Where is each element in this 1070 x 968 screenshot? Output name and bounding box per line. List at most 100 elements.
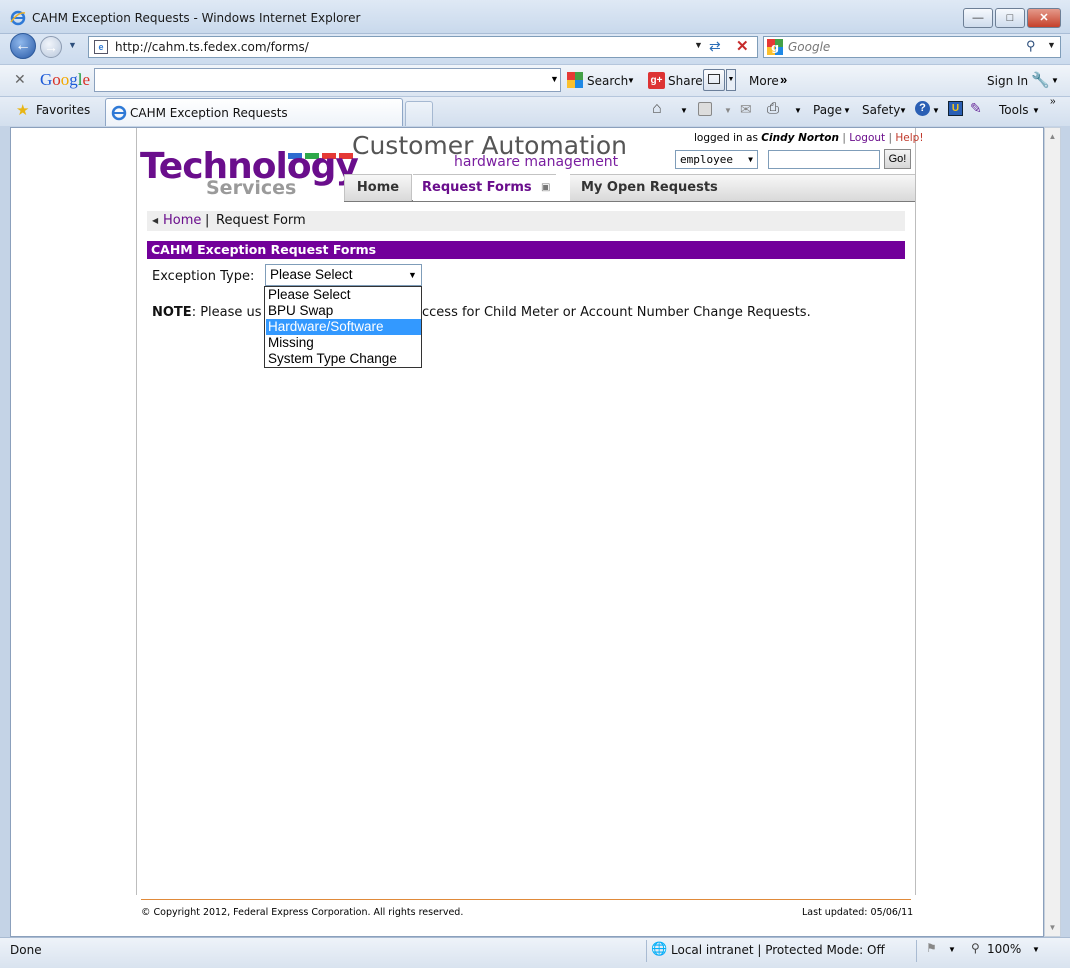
breadcrumb-arrow-icon: ◀ [152, 216, 159, 225]
window-title: CAHM Exception Requests - Windows Intern… [32, 11, 361, 25]
home-dropdown-icon[interactable]: ▼ [680, 106, 688, 115]
home-icon[interactable]: ⌂ [652, 100, 662, 118]
select-dropdown-icon: ▼ [408, 270, 417, 280]
note-label: NOTE [152, 305, 192, 320]
close-window-button[interactable]: ✕ [1027, 8, 1061, 28]
option-bpu-swap[interactable]: BPU Swap [266, 303, 421, 319]
option-please-select[interactable]: Please Select [266, 287, 421, 303]
section-header: CAHM Exception Request Forms [147, 241, 905, 259]
page-menu-dropdown-icon[interactable]: ▼ [843, 106, 851, 115]
toolbar-addon-icon[interactable]: U [948, 101, 963, 116]
google-search-provider-icon: g [767, 39, 783, 55]
page-icon: e [94, 40, 108, 54]
status-text: Done [10, 943, 42, 957]
breadcrumb-home-link[interactable]: Home [163, 213, 201, 228]
print-dropdown-icon[interactable]: ▼ [794, 106, 802, 115]
stop-icon[interactable]: ✕ [736, 37, 749, 55]
favorites-button[interactable]: Favorites [36, 103, 90, 117]
help-icon[interactable]: ? [915, 101, 930, 116]
feeds-icon[interactable] [698, 102, 712, 116]
google-search-input[interactable]: ▼ [94, 68, 561, 92]
google-search-dropdown-icon[interactable]: ▼ [550, 74, 559, 84]
safety-menu[interactable]: Safety [862, 103, 900, 117]
popup-blocker-button[interactable] [703, 69, 725, 91]
exception-type-value: Please Select [270, 267, 353, 282]
toolbar-overflow-icon[interactable]: » [1050, 96, 1056, 107]
vertical-scrollbar[interactable]: ▲ ▼ [1044, 127, 1061, 937]
svg-text:g: g [771, 41, 779, 54]
help-dropdown-icon[interactable]: ▼ [932, 106, 940, 115]
app-subtitle: hardware management [454, 154, 619, 170]
print-icon[interactable]: ⎙ [767, 100, 779, 117]
share-button[interactable]: Share [668, 74, 703, 88]
breadcrumb-current: Request Form [216, 213, 306, 228]
logged-in-label: logged in as [694, 132, 758, 144]
back-arrow-icon: ← [15, 37, 31, 54]
popup-dropdown-icon[interactable]: ▼ [726, 69, 736, 91]
scroll-up-icon[interactable]: ▲ [1045, 132, 1060, 141]
last-updated: Last updated: 05/06/11 [802, 907, 914, 918]
zoom-dropdown-icon[interactable]: ▼ [1032, 945, 1040, 954]
logo-services: Services [206, 177, 297, 199]
logout-link[interactable]: Logout [849, 132, 885, 144]
search-icon[interactable]: ⚲ [1026, 38, 1036, 54]
sign-in-link[interactable]: Sign In [987, 74, 1028, 88]
breadcrumb-separator: | [205, 213, 210, 228]
note-text-left: NOTE: Please us [152, 305, 262, 320]
settings-dropdown-icon[interactable]: ▼ [1051, 76, 1059, 85]
page-menu[interactable]: Page [813, 103, 842, 117]
address-field[interactable]: e http://cahm.ts.fedex.com/forms/ ▼ ⇄ ✕ [88, 36, 758, 58]
go-button[interactable]: Go! [884, 149, 911, 169]
nav-tab-home[interactable]: Home [344, 174, 412, 201]
role-select-dropdown-icon: ▼ [748, 155, 753, 164]
note-text-right: ccess for Child Meter or Account Number … [422, 305, 811, 320]
more-button[interactable]: More [749, 74, 779, 88]
minimize-button[interactable]: — [963, 8, 993, 28]
forward-button[interactable]: → [40, 36, 62, 58]
back-button[interactable]: ← [10, 33, 36, 59]
safety-menu-dropdown-icon[interactable]: ▼ [899, 106, 907, 115]
tools-menu-dropdown-icon[interactable]: ▼ [1032, 106, 1040, 115]
address-dropdown-icon[interactable]: ▼ [694, 40, 703, 50]
role-select[interactable]: employee ▼ [675, 150, 758, 169]
refresh-icon[interactable]: ⇄ [709, 38, 721, 55]
search-options-icon[interactable]: ▼ [1047, 40, 1056, 50]
scroll-down-icon[interactable]: ▼ [1045, 923, 1060, 932]
google-g-icon [567, 72, 583, 88]
tools-menu[interactable]: Tools [999, 103, 1029, 117]
maximize-button[interactable]: □ [995, 8, 1025, 28]
recent-pages-dropdown-icon[interactable]: ▼ [68, 40, 77, 50]
copyright: © Copyright 2012, Federal Express Corpor… [141, 907, 464, 918]
search-field[interactable]: g Google ⚲ ▼ [763, 36, 1061, 58]
zoom-level[interactable]: 100% [987, 942, 1021, 956]
option-system-type-change[interactable]: System Type Change [266, 351, 421, 367]
nav-tab-request-forms[interactable]: Request Forms ▣ [413, 174, 556, 201]
option-hardware-software[interactable]: Hardware/Software [266, 319, 421, 335]
exception-type-select[interactable]: Please Select ▼ [265, 264, 422, 286]
tab-ie-icon [111, 105, 127, 121]
option-missing[interactable]: Missing [266, 335, 421, 351]
search-placeholder: Google [788, 40, 831, 54]
compatibility-icon[interactable]: ⚑ [926, 941, 937, 955]
new-tab-button[interactable] [405, 101, 433, 126]
ie-logo-icon [10, 10, 26, 26]
footer-divider [141, 899, 911, 900]
user-info: logged in as Cindy Norton | Logout | Hel… [694, 132, 924, 144]
help-link[interactable]: Help! [895, 132, 923, 144]
nav-tab-my-open-requests[interactable]: My Open Requests [570, 174, 915, 201]
wrench-icon[interactable]: 🔧 [1031, 71, 1050, 89]
zone-text[interactable]: Local intranet | Protected Mode: Off [671, 943, 885, 957]
mail-icon[interactable]: ✉ [740, 101, 752, 118]
tab-title: CAHM Exception Requests [130, 106, 288, 120]
browser-tab-active[interactable]: CAHM Exception Requests [105, 98, 403, 126]
feeds-dropdown-icon[interactable]: ▼ [724, 106, 732, 115]
site-search-input[interactable] [768, 150, 880, 169]
research-icon[interactable]: ✎ [970, 100, 982, 117]
google-search-button[interactable]: Search [587, 74, 628, 88]
search-button-dropdown-icon[interactable]: ▼ [627, 76, 635, 85]
close-toolbar-icon[interactable]: ✕ [14, 71, 26, 88]
note-fragment-left: : Please us [191, 305, 262, 320]
intranet-globe-icon: 🌐 [651, 941, 668, 956]
role-select-value: employee [680, 153, 733, 166]
compatibility-dropdown-icon[interactable]: ▼ [948, 945, 956, 954]
